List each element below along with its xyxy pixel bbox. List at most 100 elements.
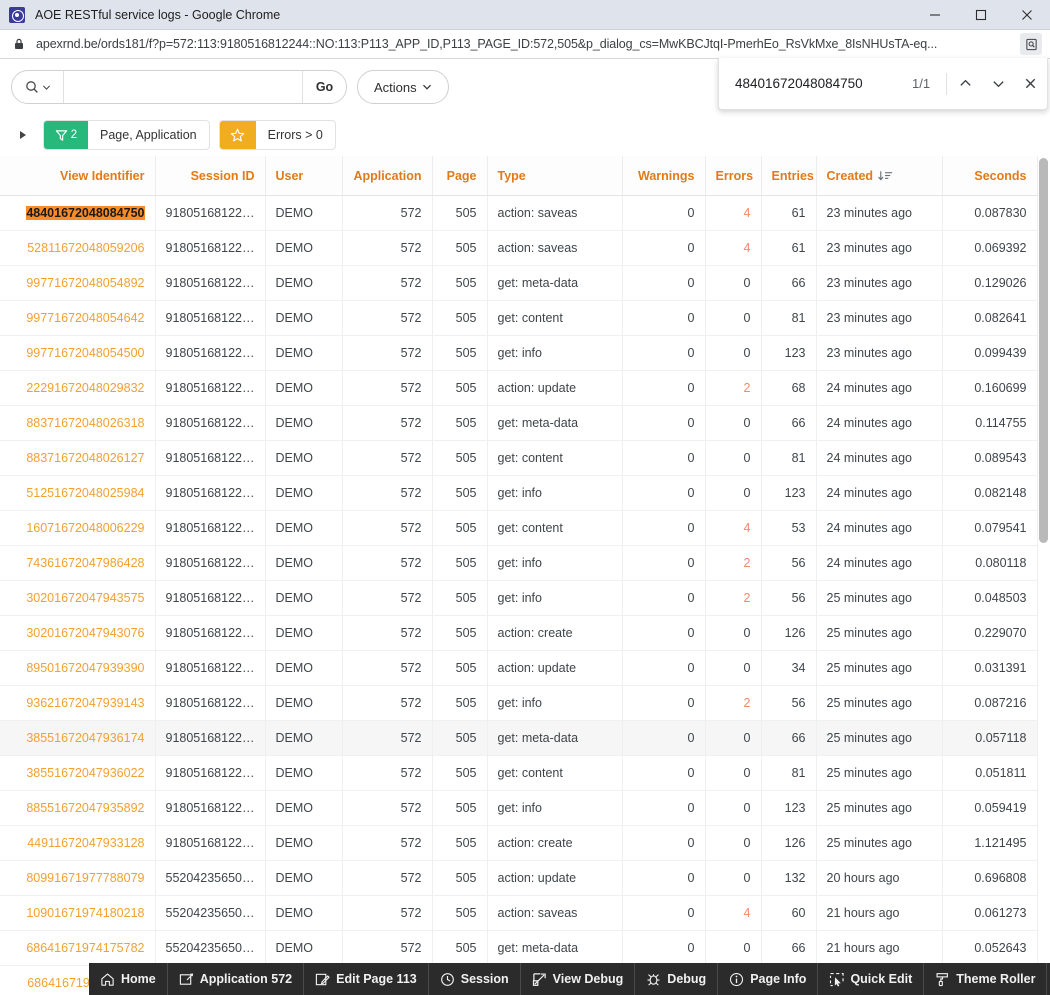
devbar-item-application-572[interactable]: Application 572	[168, 963, 305, 995]
table-row[interactable]: 68641671974175782 5520423565097 DEMO 572 505…	[0, 930, 1038, 966]
cell-id[interactable]: 30201672047943076	[0, 615, 156, 651]
find-previous-button[interactable]	[949, 66, 982, 102]
table-row[interactable]: 99771672048054892 9180516812244 DEMO 572 505…	[0, 265, 1038, 301]
column-header-warnings[interactable]: Warnings	[622, 156, 706, 196]
cell-id[interactable]: 48401672048084750	[0, 195, 156, 231]
cell-id[interactable]: 74361672047986428	[0, 545, 156, 581]
cell-id[interactable]: 30201672047943575	[0, 580, 156, 616]
maximize-icon[interactable]	[958, 0, 1004, 30]
cell-id[interactable]: 51251672048025984	[0, 475, 156, 511]
view-identifier-link[interactable]: 10901671974180218	[26, 906, 144, 920]
view-identifier-link[interactable]: 89501672047939390	[26, 661, 144, 675]
cell-id[interactable]: 93621672047939143	[0, 685, 156, 721]
view-identifier-link[interactable]: 88371672048026318	[26, 416, 144, 430]
table-row[interactable]: 74361672047986428 9180516812244 DEMO 572 505…	[0, 545, 1038, 581]
table-row[interactable]: 30201672047943076 9180516812244 DEMO 572 505…	[0, 615, 1038, 651]
column-header-created[interactable]: Created	[816, 156, 943, 196]
table-row[interactable]: 89501672047939390 9180516812244 DEMO 572 505…	[0, 650, 1038, 686]
cell-id[interactable]: 38551672047936022	[0, 755, 156, 791]
cell-id[interactable]: 16071672048006229	[0, 510, 156, 546]
column-header-session-id[interactable]: Session ID	[155, 156, 266, 196]
cell-id[interactable]: 99771672048054892	[0, 265, 156, 301]
table-row[interactable]: 16071672048006229 9180516812244 DEMO 572 505…	[0, 510, 1038, 546]
view-identifier-link[interactable]: 44911672047933128	[27, 836, 144, 850]
column-header-application[interactable]: Application	[342, 156, 433, 196]
table-row[interactable]: 44911672047933128 9180516812244 DEMO 572 505…	[0, 825, 1038, 861]
view-identifier-link[interactable]: 30201672047943575	[26, 591, 144, 605]
devbar-item-edit-page-113[interactable]: Edit Page 113	[304, 963, 429, 995]
view-identifier-link[interactable]: 99771672048054892	[26, 276, 144, 290]
table-row[interactable]: 93621672047939143 9180516812244 DEMO 572 505…	[0, 685, 1038, 721]
table-row[interactable]: 99771672048054500 9180516812244 DEMO 572 505…	[0, 335, 1038, 371]
table-row[interactable]: 52811672048059206 9180516812244 DEMO 572 505…	[0, 230, 1038, 266]
view-identifier-link[interactable]: 52811672048059206	[27, 241, 144, 255]
devbar-item-view-debug[interactable]: View Debug	[521, 963, 636, 995]
column-header-user[interactable]: User	[265, 156, 343, 196]
chip-filter-page-application[interactable]: 2 Page, Application	[43, 120, 210, 150]
view-identifier-link[interactable]: 88371672048026127	[26, 451, 144, 465]
column-header-errors[interactable]: Errors	[705, 156, 762, 196]
table-row[interactable]: 30201672047943575 9180516812244 DEMO 572 505…	[0, 580, 1038, 616]
cell-id[interactable]: 88371672048026318	[0, 405, 156, 441]
table-row[interactable]: 88371672048026318 9180516812244 DEMO 572 505…	[0, 405, 1038, 441]
go-button[interactable]: Go	[302, 71, 346, 103]
devbar-item-theme-roller[interactable]: Theme Roller	[924, 963, 1048, 995]
close-icon[interactable]	[1004, 0, 1050, 30]
view-identifier-link[interactable]: 38551672047936174	[26, 731, 144, 745]
cell-id[interactable]: 10901671974180218	[0, 895, 156, 931]
search-column-selector[interactable]	[12, 71, 64, 103]
cell-id[interactable]: 44911672047933128	[0, 825, 156, 861]
omnibox[interactable]: apexrnd.be/ords181/f?p=572:113:918051681…	[0, 30, 1050, 59]
cell-id[interactable]: 22291672048029832	[0, 370, 156, 406]
search-input[interactable]	[64, 71, 302, 103]
minimize-icon[interactable]	[912, 0, 958, 30]
view-identifier-link[interactable]: 80991671977788079	[26, 871, 144, 885]
chip-filter-errors[interactable]: Errors > 0	[218, 120, 336, 150]
scrollbar-thumb[interactable]	[1039, 158, 1048, 543]
view-identifier-link[interactable]: 88551672047935892	[26, 801, 144, 815]
cell-id[interactable]: 38551672047936174	[0, 720, 156, 756]
table-row[interactable]: 88371672048026127 9180516812244 DEMO 572 505…	[0, 440, 1038, 476]
devbar-item-debug[interactable]: Debug	[635, 963, 719, 995]
devbar-item-page-info[interactable]: Page Info	[718, 963, 819, 995]
find-close-button[interactable]	[1014, 66, 1047, 102]
cell-id[interactable]: 88551672047935892	[0, 790, 156, 826]
cell-id[interactable]: 99771672048054642	[0, 300, 156, 336]
triangle-right-icon[interactable]	[12, 124, 34, 146]
view-identifier-link[interactable]: 99771672048054642	[26, 311, 144, 325]
column-header-page[interactable]: Page	[432, 156, 488, 196]
search-page-icon[interactable]	[1020, 33, 1042, 55]
view-identifier-link[interactable]: 51251672048025984	[26, 486, 144, 500]
table-row[interactable]: 38551672047936174 9180516812244 DEMO 572 505…	[0, 720, 1038, 756]
devbar-item-home[interactable]: Home	[89, 963, 168, 995]
cell-id[interactable]: 89501672047939390	[0, 650, 156, 686]
vertical-scrollbar[interactable]	[1037, 156, 1050, 995]
find-next-button[interactable]	[982, 66, 1015, 102]
view-identifier-link[interactable]: 74361672047986428	[26, 556, 144, 570]
table-row[interactable]: 51251672048025984 9180516812244 DEMO 572 505…	[0, 475, 1038, 511]
view-identifier-link[interactable]: 68641671974175782	[26, 941, 144, 955]
cell-id[interactable]: 88371672048026127	[0, 440, 156, 476]
view-identifier-link[interactable]: 22291672048029832	[26, 381, 144, 395]
view-identifier-link[interactable]: 93621672047939143	[26, 696, 144, 710]
cell-id[interactable]: 52811672048059206	[0, 230, 156, 266]
cell-id[interactable]: 80991671977788079	[0, 860, 156, 896]
table-row[interactable]: 10901671974180218 5520423565097 DEMO 572 505…	[0, 895, 1038, 931]
column-header-seconds[interactable]: Seconds	[942, 156, 1038, 196]
column-header-entries[interactable]: Entries	[761, 156, 817, 196]
view-identifier-link[interactable]: 30201672047943076	[26, 626, 144, 640]
table-row[interactable]: 99771672048054642 9180516812244 DEMO 572 505…	[0, 300, 1038, 336]
find-input[interactable]	[719, 76, 912, 91]
cell-id[interactable]: 68641671974175782	[0, 930, 156, 966]
table-row[interactable]: 48401672048084750 9180516812244 DEMO 572 505…	[0, 195, 1038, 231]
view-identifier-link[interactable]: 38551672047936022	[26, 766, 144, 780]
view-identifier-link[interactable]: 99771672048054500	[26, 346, 144, 360]
actions-button[interactable]: Actions	[357, 70, 449, 104]
column-header-view-identifier[interactable]: View Identifier	[0, 156, 156, 196]
table-row[interactable]: 22291672048029832 9180516812244 DEMO 572 505…	[0, 370, 1038, 406]
table-row[interactable]: 38551672047936022 9180516812244 DEMO 572 505…	[0, 755, 1038, 791]
view-identifier-link[interactable]: 16071672048006229	[26, 521, 144, 535]
table-row[interactable]: 88551672047935892 9180516812244 DEMO 572 505…	[0, 790, 1038, 826]
devbar-item-quick-edit[interactable]: Quick Edit	[818, 963, 925, 995]
view-identifier-link[interactable]: 48401672048084750	[26, 206, 145, 220]
